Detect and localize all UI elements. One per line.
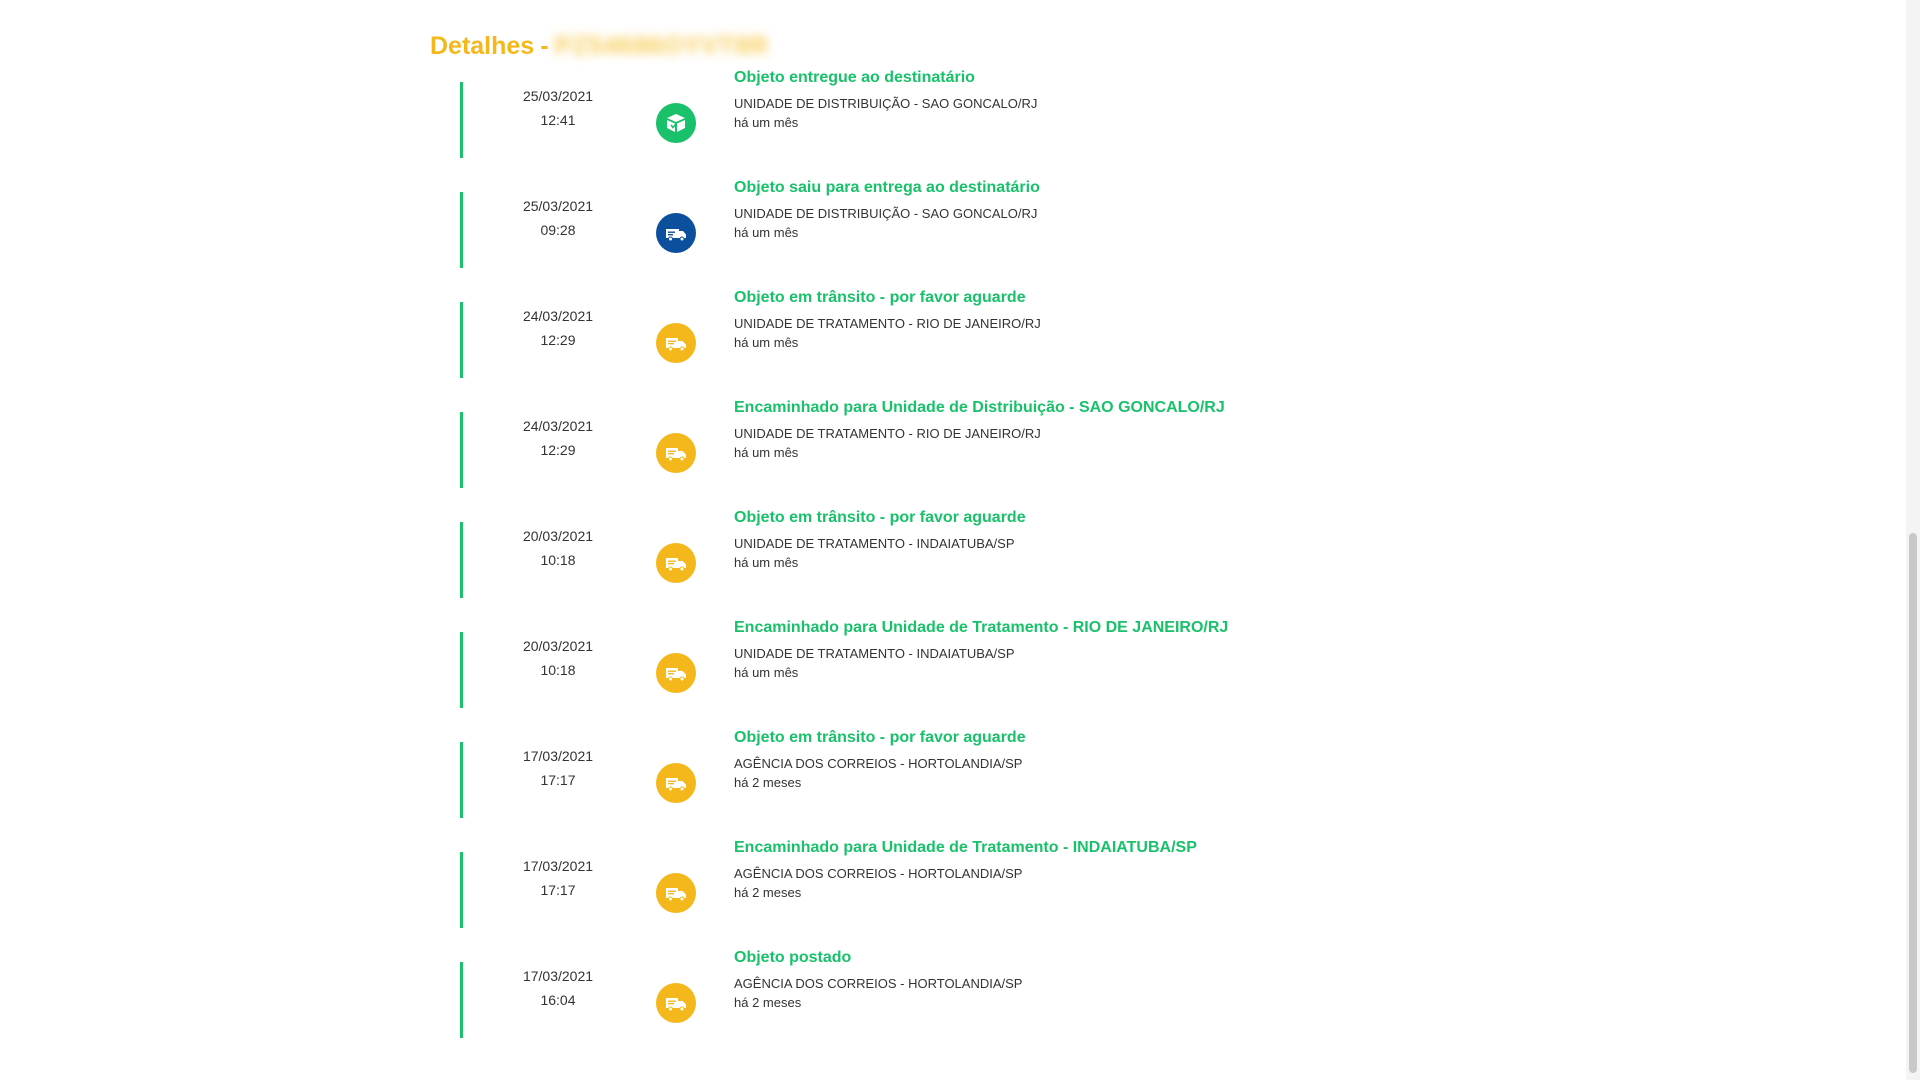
event-unit: AGÊNCIA DOS CORREIOS - HORTOLANDIA/SP: [734, 756, 1023, 771]
event-time: 12:29: [540, 332, 576, 348]
event-date: 20/03/2021: [522, 638, 594, 654]
event-content: Objeto postado AGÊNCIA DOS CORREIOS - HOR…: [734, 946, 1022, 1011]
event-relative-time: há um mês: [734, 445, 799, 460]
event-datetime: 17/03/2021 17:17: [510, 744, 606, 792]
event-relative-time: há 2 meses: [734, 775, 802, 790]
event-time: 12:29: [540, 442, 576, 458]
timeline-bar: [460, 82, 463, 158]
event-date: 17/03/2021: [522, 858, 594, 874]
event-content: Encaminhado para Unidade de Distribuição…: [734, 396, 1225, 461]
event-relative-time: há 2 meses: [734, 995, 802, 1010]
event-date: 17/03/2021: [522, 748, 594, 764]
timeline-event: 25/03/2021 09:28 Objeto saiu para entrega …: [460, 176, 1360, 286]
event-time: 17:17: [540, 772, 576, 788]
event-unit: UNIDADE DE TRATAMENTO - INDAIATUBA/SP: [734, 536, 1015, 551]
truck-icon: [656, 543, 696, 583]
event-time: 12:41: [540, 112, 576, 128]
timeline-event: 17/03/2021 16:04 Objeto postado AGÊNCIA DOS…: [460, 946, 1360, 1056]
timeline-bar: [460, 632, 463, 708]
event-unit: UNIDADE DE DISTRIBUIÇÃO - SAO GONCALO/RJ: [734, 206, 1038, 221]
event-content: Objeto em trânsito - por favor aguarde AG…: [734, 726, 1026, 791]
event-title: Objeto em trânsito - por favor aguarde: [734, 729, 1026, 746]
event-content: Objeto saiu para entrega ao destinatário…: [734, 176, 1040, 241]
event-relative-time: há um mês: [734, 115, 799, 130]
event-unit: AGÊNCIA DOS CORREIOS - HORTOLANDIA/SP: [734, 866, 1023, 881]
event-datetime: 24/03/2021 12:29: [510, 304, 606, 352]
event-time: 10:18: [540, 552, 576, 568]
truck-icon: [656, 763, 696, 803]
timeline-event: 20/03/2021 10:18 Objeto em trânsito - por …: [460, 506, 1360, 616]
tracking-code: PZ54686OYVT8R: [554, 32, 770, 60]
event-date: 20/03/2021: [522, 528, 594, 544]
event-title: Objeto em trânsito - por favor aguarde: [734, 509, 1026, 526]
event-date: 24/03/2021: [522, 308, 594, 324]
timeline-bar: [460, 962, 463, 1038]
title-separator: -: [540, 32, 549, 60]
event-unit: UNIDADE DE TRATAMENTO - INDAIATUBA/SP: [734, 646, 1015, 661]
event-datetime: 25/03/2021 12:41: [510, 84, 606, 132]
truck-icon: [656, 653, 696, 693]
event-title: Objeto entregue ao destinatário: [734, 69, 975, 86]
timeline-event: 24/03/2021 12:29 Encaminhado para Unidade …: [460, 396, 1360, 506]
event-title: Encaminhado para Unidade de Tratamento -…: [734, 839, 1197, 856]
event-unit: AGÊNCIA DOS CORREIOS - HORTOLANDIA/SP: [734, 976, 1023, 991]
timeline-bar: [460, 192, 463, 268]
event-relative-time: há um mês: [734, 555, 799, 570]
tracking-page: Detalhes - PZ54686OYVT8R 25/03/2021 12:41…: [0, 0, 1920, 1080]
timeline-event: 24/03/2021 12:29 Objeto em trânsito - por …: [460, 286, 1360, 396]
event-title: Encaminhado para Unidade de Tratamento -…: [734, 619, 1229, 636]
event-unit: UNIDADE DE TRATAMENTO - RIO DE JANEIRO/R…: [734, 316, 1041, 331]
event-date: 17/03/2021: [522, 968, 594, 984]
page-title: Detalhes: [430, 32, 535, 60]
event-time: 09:28: [540, 222, 576, 238]
timeline-bar: [460, 412, 463, 488]
truck-icon: [656, 323, 696, 363]
event-date: 25/03/2021: [522, 198, 594, 214]
event-content: Objeto entregue ao destinatário UNIDADE D…: [734, 66, 1037, 131]
timeline-bar: [460, 742, 463, 818]
event-datetime: 20/03/2021 10:18: [510, 634, 606, 682]
timeline-event: 17/03/2021 17:17 Objeto em trânsito - por …: [460, 726, 1360, 836]
scrollbar-thumb[interactable]: [1909, 533, 1917, 1073]
event-relative-time: há um mês: [734, 665, 799, 680]
event-datetime: 17/03/2021 16:04: [510, 964, 606, 1012]
event-date: 24/03/2021: [522, 418, 594, 434]
event-title: Encaminhado para Unidade de Distribuição…: [734, 399, 1225, 416]
event-unit: UNIDADE DE TRATAMENTO - RIO DE JANEIRO/R…: [734, 426, 1041, 441]
event-title: Objeto em trânsito - por favor aguarde: [734, 289, 1026, 306]
event-datetime: 25/03/2021 09:28: [510, 194, 606, 242]
event-content: Objeto em trânsito - por favor aguarde UN…: [734, 286, 1041, 351]
event-datetime: 17/03/2021 17:17: [510, 854, 606, 902]
truck-icon: [656, 873, 696, 913]
event-content: Encaminhado para Unidade de Tratamento -…: [734, 836, 1197, 901]
event-unit: UNIDADE DE DISTRIBUIÇÃO - SAO GONCALO/RJ: [734, 96, 1038, 111]
event-time: 17:17: [540, 882, 576, 898]
event-relative-time: há 2 meses: [734, 885, 802, 900]
timeline-event: 25/03/2021 12:41 Objeto entregue ao destin…: [460, 66, 1360, 176]
event-time: 16:04: [540, 992, 576, 1008]
timeline-bar: [460, 302, 463, 378]
event-time: 10:18: [540, 662, 576, 678]
timeline-bar: [460, 852, 463, 928]
event-title: Objeto postado: [734, 949, 852, 966]
delivered-box-icon: [656, 103, 696, 143]
truck-icon: [656, 983, 696, 1023]
event-datetime: 24/03/2021 12:29: [510, 414, 606, 462]
event-date: 25/03/2021: [522, 88, 594, 104]
details-header: Detalhes - PZ54686OYVT8R: [430, 32, 769, 61]
event-title: Objeto saiu para entrega ao destinatário: [734, 179, 1040, 196]
timeline-event: 17/03/2021 17:17 Encaminhado para Unidade …: [460, 836, 1360, 946]
scrollbar[interactable]: [1906, 0, 1920, 1080]
event-content: Objeto em trânsito - por favor aguarde UN…: [734, 506, 1026, 571]
event-relative-time: há um mês: [734, 335, 799, 350]
event-content: Encaminhado para Unidade de Tratamento -…: [734, 616, 1228, 681]
tracking-timeline: 25/03/2021 12:41 Objeto entregue ao destin…: [460, 66, 1360, 1056]
event-datetime: 20/03/2021 10:18: [510, 524, 606, 572]
delivery-van-icon: [656, 213, 696, 253]
event-relative-time: há um mês: [734, 225, 799, 240]
timeline-bar: [460, 522, 463, 598]
timeline-event: 20/03/2021 10:18 Encaminhado para Unidade …: [460, 616, 1360, 726]
truck-icon: [656, 433, 696, 473]
